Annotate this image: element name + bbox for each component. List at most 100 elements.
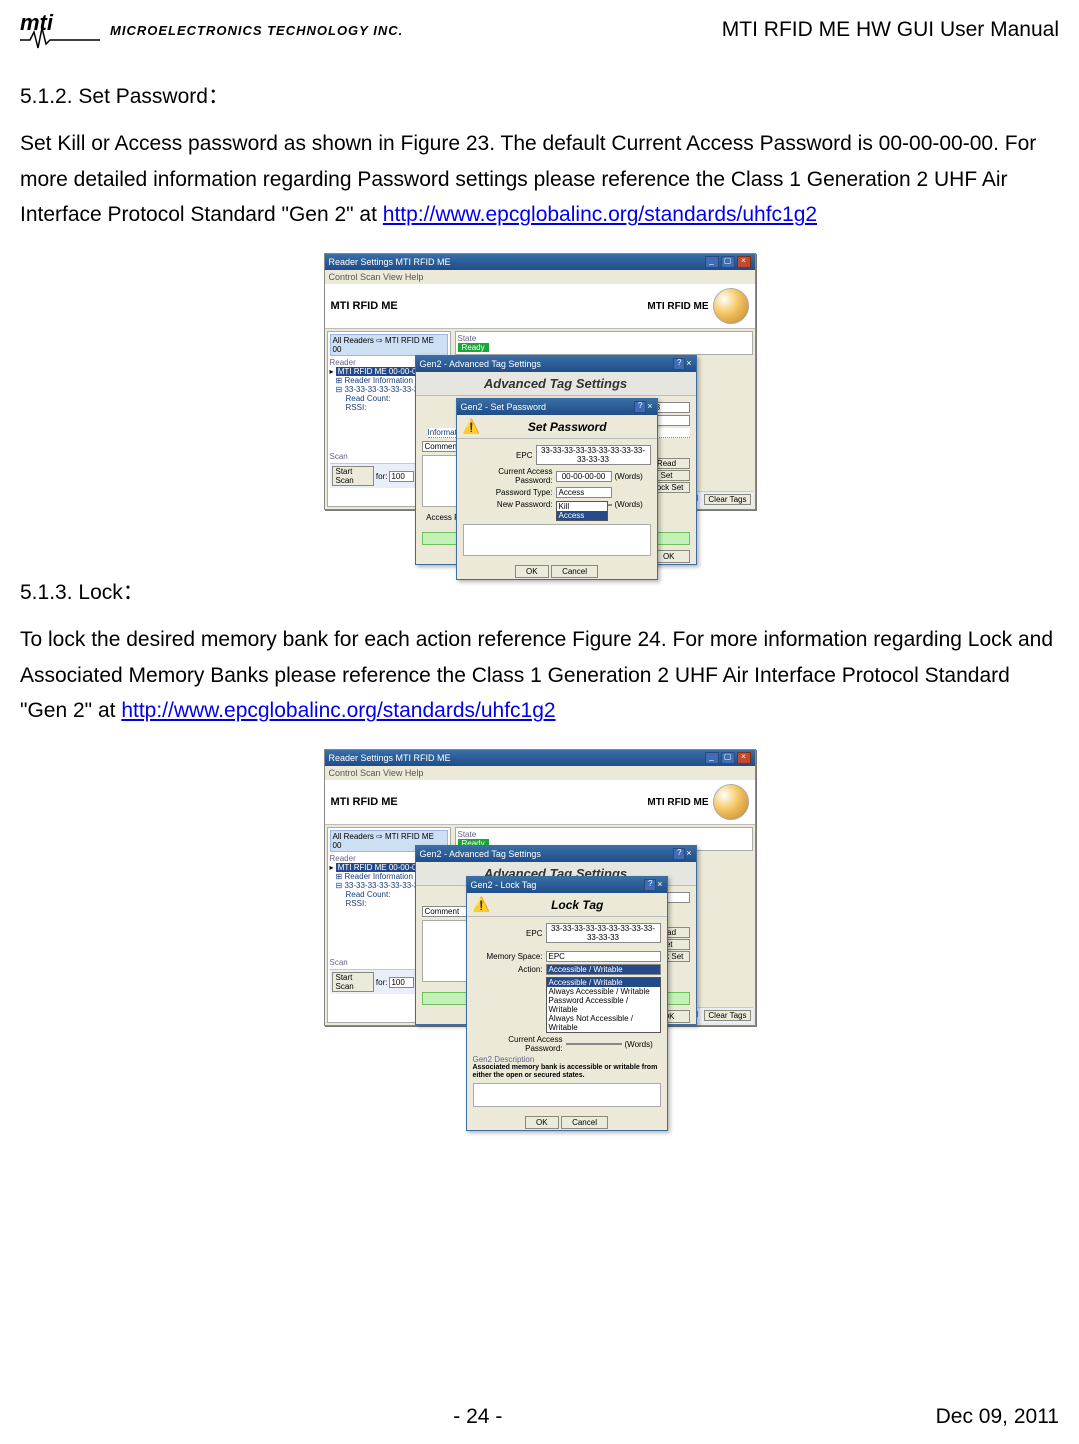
company-name: MICROELECTRONICS TECHNOLOGY INC. — [110, 23, 403, 38]
for-label: for: — [376, 978, 388, 987]
help-icon[interactable]: ? — [673, 358, 685, 370]
menu-bar[interactable]: Control Scan View Help — [325, 766, 755, 780]
lock-tag-title: Gen2 - Lock Tag — [471, 880, 537, 890]
epc-standard-link[interactable]: http://www.epcglobalinc.org/standards/uh… — [121, 699, 555, 722]
main-window-title: Reader Settings MTI RFID ME — [329, 257, 451, 267]
figure-24-container: Reader Settings MTI RFID ME _ ▢ × Contro… — [20, 749, 1059, 1026]
clear-tags-button[interactable]: Clear Tags — [704, 494, 750, 505]
set-password-heading: Set Password — [484, 420, 651, 434]
minimize-icon[interactable]: _ — [705, 752, 719, 764]
inner-cancel-button[interactable]: Cancel — [551, 565, 598, 578]
section-title: Set Password： — [78, 85, 229, 108]
words-suffix: (Words) — [615, 500, 643, 509]
memory-space-select[interactable]: EPC — [546, 951, 661, 962]
new-pw-label: New Password: — [463, 500, 553, 509]
action-select[interactable]: Accessible / Writable — [546, 964, 661, 975]
inner-epc-field: 33-33-33-33-33-33-33-33-33-33-33-33 — [536, 445, 651, 465]
app-brand-text: MTI RFID ME — [331, 300, 398, 312]
figure-23-container: Reader Settings MTI RFID ME _ ▢ × Contro… — [20, 253, 1059, 510]
epc-label: EPC — [473, 929, 543, 938]
cur-access-field[interactable] — [566, 1043, 622, 1045]
adv-dialog-title: Gen2 - Advanced Tag Settings — [420, 849, 541, 859]
close-icon[interactable]: × — [737, 752, 751, 764]
lock-cancel-button[interactable]: Cancel — [561, 1116, 608, 1129]
action-option-2[interactable]: Always Accessible / Writable — [547, 987, 660, 996]
logo-disc-icon — [713, 288, 749, 324]
section-number: 5.1.2. — [20, 85, 73, 108]
clear-tags-button[interactable]: Clear Tags — [704, 1010, 750, 1021]
advanced-tag-settings-dialog: Gen2 - Advanced Tag Settings ?× Advanced… — [415, 845, 697, 1025]
minimize-icon[interactable]: _ — [705, 256, 719, 268]
page-footer: - 24 - Dec 09, 2011 — [20, 1405, 1059, 1429]
section-number: 5.1.3. — [20, 581, 73, 604]
close-icon[interactable]: × — [686, 358, 691, 370]
epc-standard-link[interactable]: http://www.epcglobalinc.org/standards/uh… — [383, 203, 817, 226]
cur-access-field[interactable]: 00-00-00-00 — [556, 471, 612, 482]
tree-reader-info[interactable]: Reader Information — [344, 376, 412, 385]
adv-dialog-title: Gen2 - Advanced Tag Settings — [420, 359, 541, 369]
gen2-desc-label: Gen2 Description — [473, 1055, 661, 1064]
for-label: for: — [376, 472, 388, 481]
start-scan-button[interactable]: Start Scan — [332, 972, 374, 992]
main-window-title: Reader Settings MTI RFID ME — [329, 753, 451, 763]
dropdown-option-kill[interactable]: Kill — [557, 502, 607, 511]
state-label: State — [458, 334, 750, 343]
memory-space-label: Memory Space: — [473, 952, 543, 961]
action-option-3[interactable]: Password Accessible / Writable — [547, 996, 660, 1014]
gen2-desc-text: Associated memory bank is accessible or … — [473, 1064, 661, 1079]
document-title: MTI RFID ME HW GUI User Manual — [722, 18, 1059, 42]
dropdown-option-access[interactable]: Access — [557, 511, 607, 520]
lock-ok-button[interactable]: OK — [525, 1116, 559, 1129]
app-brand-text: MTI RFID ME — [331, 796, 398, 808]
scan-seconds-input[interactable]: 100 — [389, 977, 413, 988]
blank-area — [463, 524, 651, 556]
section-title: Lock： — [78, 581, 143, 604]
lock-tag-heading: Lock Tag — [494, 898, 661, 912]
set-password-dialog: Gen2 - Set Password ?× ⚠️ Set Password E… — [456, 398, 658, 580]
section-heading-512: 5.1.2. Set Password： — [20, 80, 1059, 110]
menu-bar[interactable]: Control Scan View Help — [325, 270, 755, 284]
action-option-4[interactable]: Always Not Accessible / Writable — [547, 1014, 660, 1032]
all-readers-label: All Readers — [333, 336, 374, 345]
words-suffix: (Words) — [615, 472, 643, 481]
figure-24-screenshot: Reader Settings MTI RFID ME _ ▢ × Contro… — [324, 749, 756, 1026]
footer-date: Dec 09, 2011 — [936, 1405, 1059, 1429]
action-option-1[interactable]: Accessible / Writable — [547, 978, 660, 987]
page-number: - 24 - — [20, 1405, 936, 1429]
words-suffix: (Words) — [625, 1040, 653, 1049]
epc-label: EPC — [463, 451, 533, 460]
pw-type-select[interactable]: Access — [556, 487, 612, 498]
close-icon[interactable]: × — [657, 879, 662, 891]
cur-access-label: Current Access Password: — [463, 467, 553, 485]
advanced-tag-settings-dialog: Gen2 - Advanced Tag Settings ?× Advanced… — [415, 355, 697, 565]
warning-icon: ⚠️ — [473, 896, 490, 913]
mti-logo-icon: mti — [20, 10, 100, 50]
logo-disc-icon — [713, 784, 749, 820]
warning-icon: ⚠️ — [463, 418, 480, 435]
main-window-titlebar: Reader Settings MTI RFID ME _ ▢ × — [325, 254, 755, 270]
close-icon[interactable]: × — [686, 848, 691, 860]
help-icon[interactable]: ? — [673, 848, 685, 860]
start-scan-button[interactable]: Start Scan — [332, 466, 374, 486]
inner-ok-button[interactable]: OK — [515, 565, 549, 578]
scan-seconds-input[interactable]: 100 — [389, 471, 413, 482]
close-icon[interactable]: × — [737, 256, 751, 268]
section-512-paragraph: Set Kill or Access password as shown in … — [20, 126, 1059, 233]
section-513-paragraph: To lock the desired memory bank for each… — [20, 622, 1059, 729]
all-readers-label: All Readers — [333, 832, 374, 841]
lock-tag-dialog: Gen2 - Lock Tag ?× ⚠️ Lock Tag EPC33-33-… — [466, 876, 668, 1130]
tree-selected-reader[interactable]: MTI RFID ME 00-00-0 — [336, 863, 419, 872]
section-heading-513: 5.1.3. Lock： — [20, 576, 1059, 606]
tree-selected-reader[interactable]: MTI RFID ME 00-00-0 — [336, 367, 419, 376]
adv-dialog-heading: Advanced Tag Settings — [416, 372, 696, 396]
maximize-icon[interactable]: ▢ — [721, 256, 735, 268]
help-icon[interactable]: ? — [644, 879, 656, 891]
help-icon[interactable]: ? — [634, 401, 646, 413]
tree-tag-item[interactable]: 33-33-33-33-33-33-33 — [344, 385, 422, 394]
tree-reader-info[interactable]: Reader Information — [344, 872, 412, 881]
close-icon[interactable]: × — [647, 401, 652, 413]
action-label: Action: — [473, 965, 543, 974]
maximize-icon[interactable]: ▢ — [721, 752, 735, 764]
tree-tag-item[interactable]: 33-33-33-33-33-33-33 — [344, 881, 422, 890]
app-brand-text-right: MTI RFID ME — [647, 797, 708, 808]
